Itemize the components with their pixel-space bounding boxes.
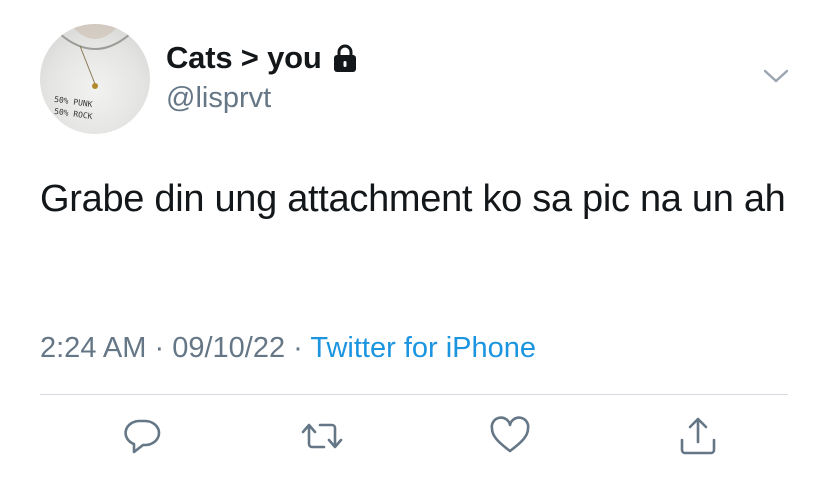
tweet-time: 2:24 AM <box>40 332 147 364</box>
share-icon <box>680 417 716 455</box>
reply-button[interactable] <box>120 414 164 458</box>
display-name[interactable]: Cats > you <box>166 40 322 76</box>
retweet-button[interactable] <box>300 414 344 458</box>
divider <box>40 394 788 395</box>
avatar-shirt-graphic: 50% PUNK 50% ROCK <box>54 24 131 121</box>
avatar-text-line-2: 50% ROCK <box>54 107 94 121</box>
like-button[interactable] <box>488 414 532 458</box>
avatar[interactable]: 50% PUNK 50% ROCK <box>40 24 150 134</box>
share-button[interactable] <box>676 414 720 458</box>
lock-icon <box>332 43 358 73</box>
action-bar <box>0 414 828 460</box>
heart-icon <box>490 416 530 453</box>
meta-separator: · <box>293 332 303 364</box>
tweet-detail: 50% PUNK 50% ROCK Cats > you @lisprvt Gr… <box>0 0 828 482</box>
reply-bubble-icon <box>124 419 161 454</box>
tweet-date: 09/10/22 <box>172 332 286 364</box>
meta-separator: · <box>154 332 165 364</box>
tweet-text: Grabe din ung attachment ko sa pic na un… <box>40 178 786 220</box>
user-handle[interactable]: @lisprvt <box>166 82 271 115</box>
retweet-icon <box>301 423 343 449</box>
chevron-down-icon[interactable] <box>762 66 790 86</box>
name-row: Cats > you <box>166 40 358 76</box>
tweet-meta: 2:24 AM · 09/10/22 · Twitter for iPhone <box>40 332 536 365</box>
tweet-source-link[interactable]: Twitter for iPhone <box>310 332 536 364</box>
